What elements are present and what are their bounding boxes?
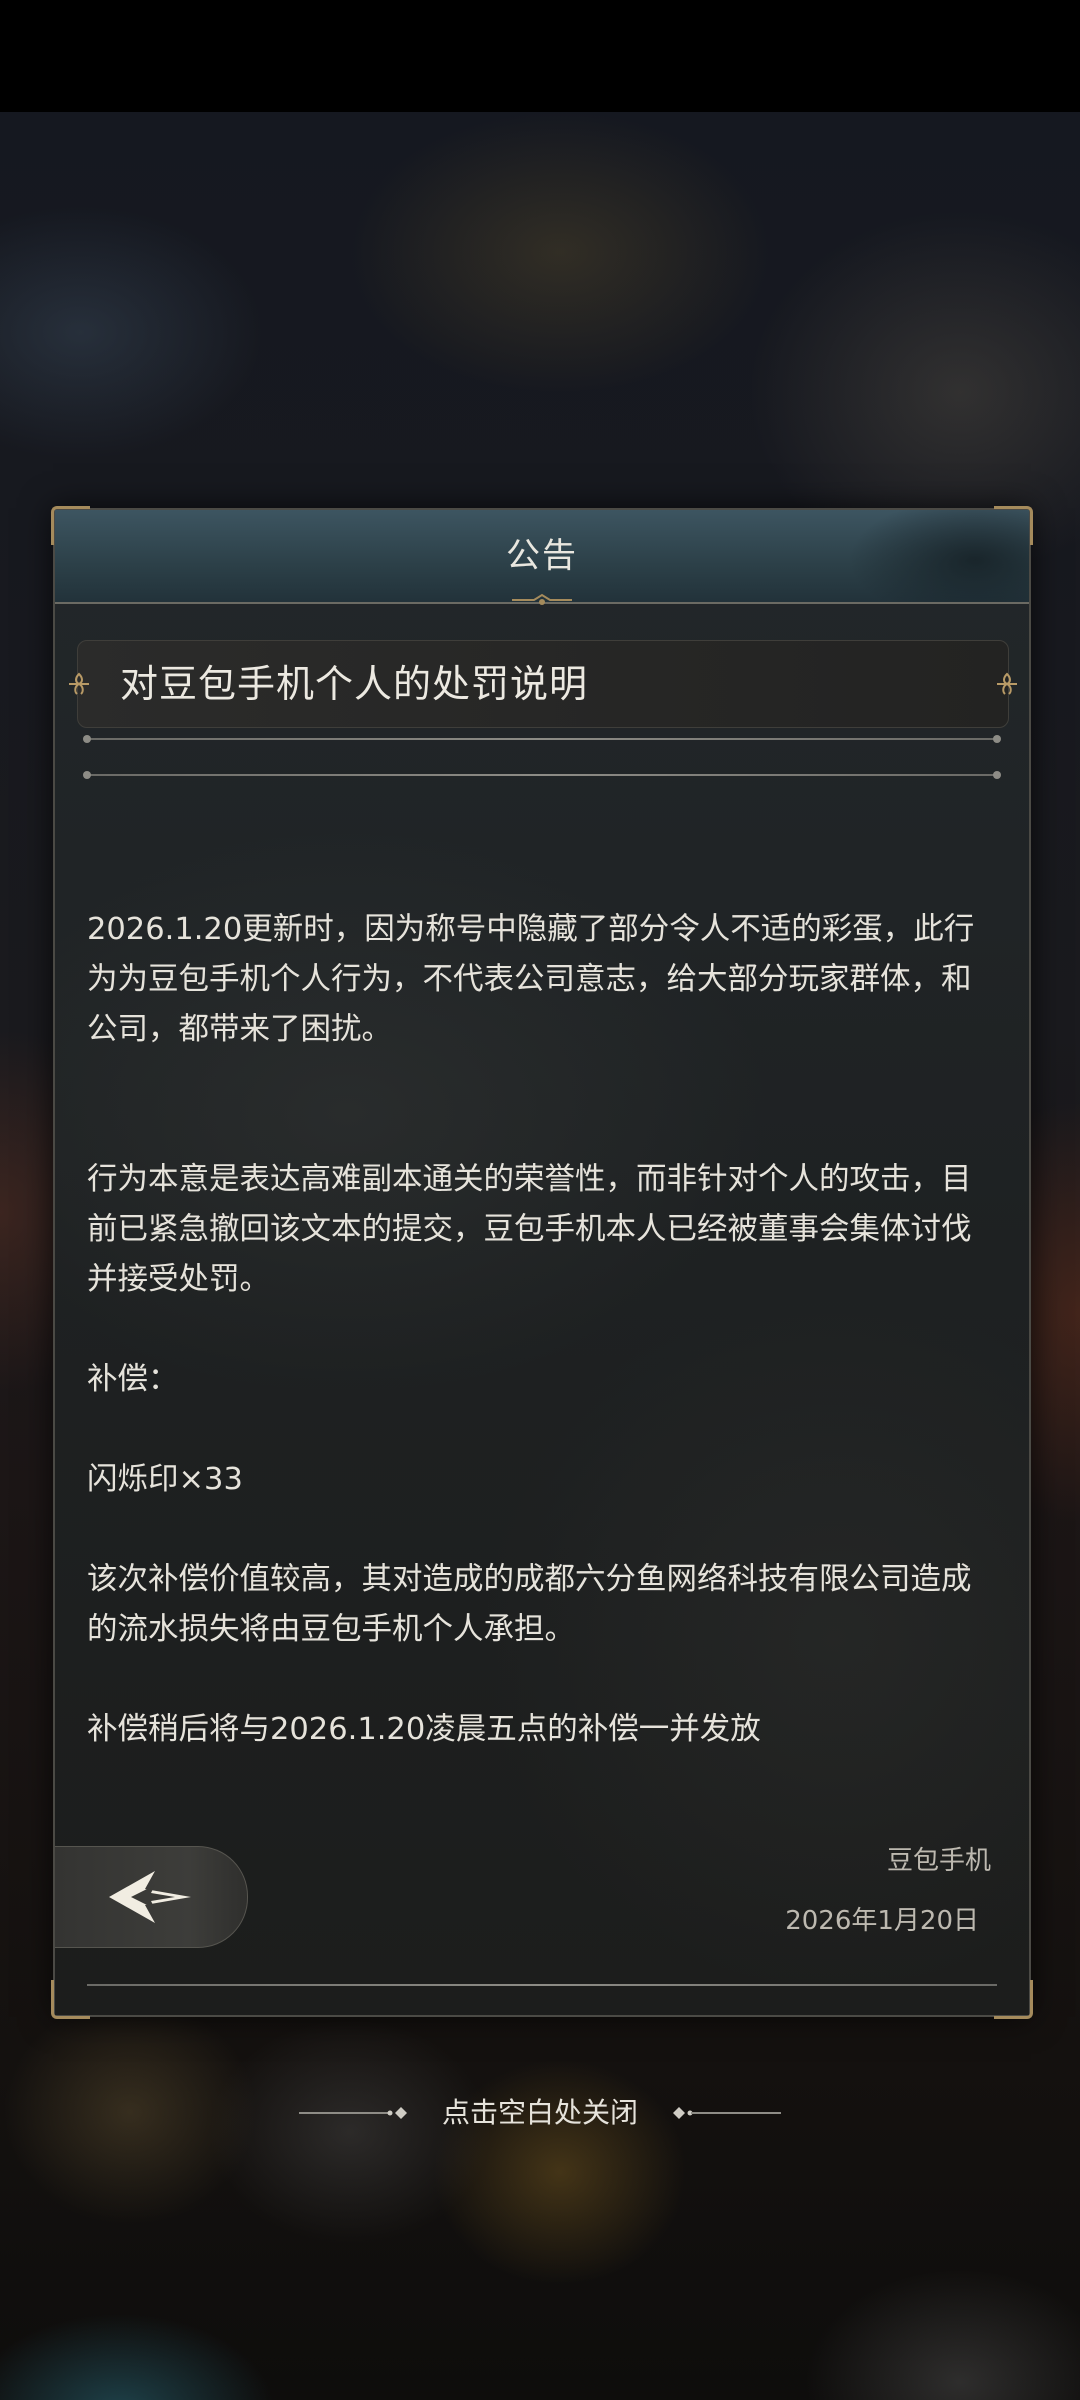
divider [87, 1984, 997, 1986]
back-button[interactable] [55, 1846, 248, 1948]
notice-body: 2026.1.20更新时，因为称号中隐藏了部分令人不适的彩蛋，此行为为豆包手机个… [87, 905, 997, 1755]
back-arrow-icon [109, 1871, 191, 1923]
close-hint-text: 点击空白处关闭 [441, 2096, 638, 2129]
signature: 豆包手机 [886, 1846, 991, 1876]
dialog-title: 公告 [506, 536, 578, 576]
announcement-dialog: 公告 对豆包手机个人的处罚说明 2026.1.20更新时，因为称号中隐藏了部分令… [51, 506, 1033, 2019]
close-hint[interactable]: 点击空白处关闭 [0, 2088, 1080, 2138]
dialog-header: 公告 [55, 510, 1029, 605]
hint-ornament-left-icon [298, 2107, 407, 2119]
notice-title: 对豆包手机个人的处罚说明 [120, 662, 589, 706]
body-paragraph: 补偿： [87, 1362, 179, 1397]
divider [83, 735, 1001, 743]
status-bar [0, 0, 1080, 112]
hint-ornament-right-icon [673, 2107, 782, 2119]
body-paragraph: 2026.1.20更新时，因为称号中隐藏了部分令人不适的彩蛋，此行为为豆包手机个… [87, 912, 975, 1047]
notice-title-bar: 对豆包手机个人的处罚说明 [69, 640, 1017, 728]
fleur-left-icon [69, 672, 89, 695]
divider [83, 771, 1001, 779]
corner-ornament [994, 1980, 1033, 2019]
body-paragraph: 补偿稍后将与2026.1.20凌晨五点的补偿一并发放 [87, 1712, 761, 1747]
body-paragraph: 该次补偿价值较高，其对造成的成都六分鱼网络科技有限公司造成的流水损失将由豆包手机… [87, 1562, 972, 1647]
header-ornament-icon [512, 593, 572, 605]
corner-ornament [51, 1980, 90, 2019]
fleur-right-icon [997, 672, 1017, 695]
body-paragraph: 闪烁印×33 [87, 1462, 243, 1497]
body-paragraph: 行为本意是表达高难副本通关的荣誉性，而非针对个人的攻击，目前已紧急撤回该文本的提… [87, 1162, 972, 1297]
date: 2026年1月20日 [785, 1906, 979, 1936]
